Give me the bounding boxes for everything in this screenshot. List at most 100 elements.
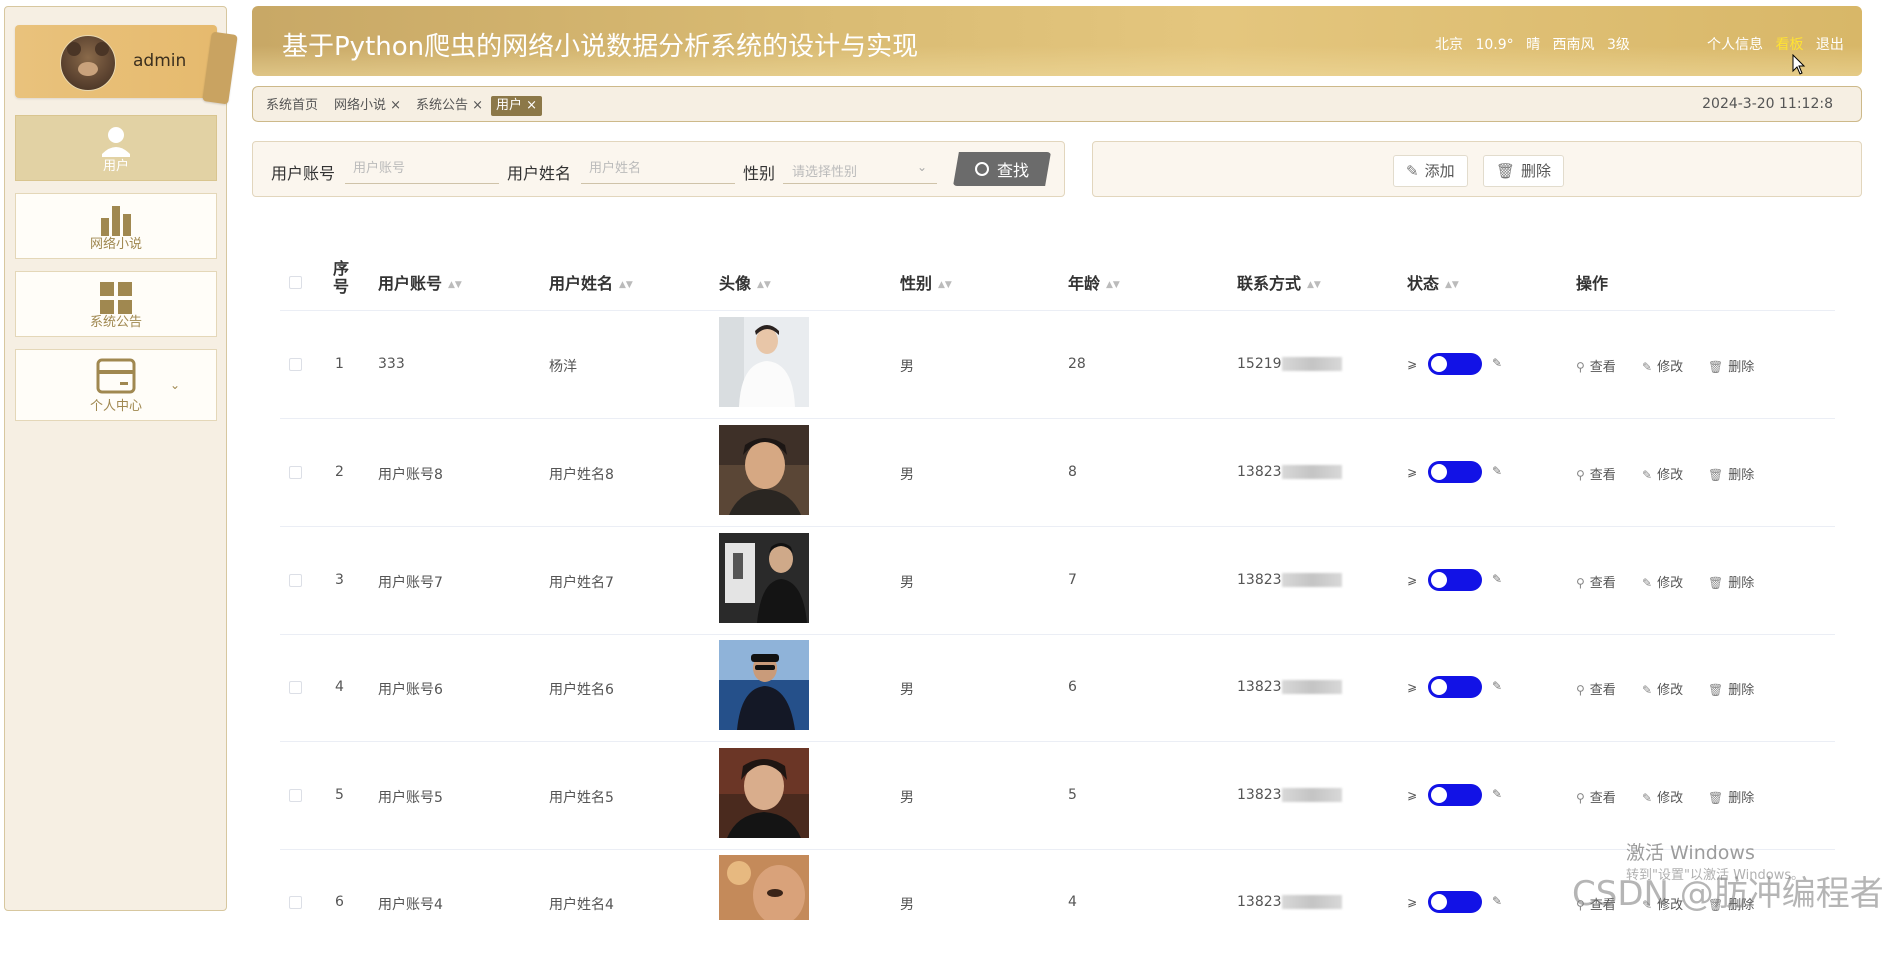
edit-icon[interactable]: ✎ (1492, 787, 1502, 801)
search-icon (974, 162, 989, 176)
view-button[interactable]: ⚲ 查看 (1576, 679, 1616, 698)
cell-name: 用户姓名5 (549, 790, 614, 806)
avatar-image[interactable] (719, 425, 809, 515)
cell-name: 用户姓名6 (549, 682, 614, 698)
action-panel: ✎ 添加 🗑 删除 (1092, 141, 1862, 197)
row-checkbox[interactable] (289, 896, 302, 909)
search-icon: ⚲ (1576, 791, 1585, 805)
view-button[interactable]: ⚲ 查看 (1576, 356, 1616, 375)
edit-button[interactable]: ✎ 修改 (1642, 679, 1683, 698)
gender-select[interactable]: 请选择性别 ⌄ (783, 154, 937, 184)
dashboard-link[interactable]: 看板 (1775, 37, 1803, 53)
profile-link[interactable]: 个人信息 (1707, 37, 1763, 53)
trash-icon: 🗑 (1708, 576, 1724, 590)
row-checkbox[interactable] (289, 358, 302, 371)
tag-notice[interactable]: 系统公告 × (411, 96, 488, 116)
chevron-down-icon[interactable]: ⌄ (170, 378, 180, 392)
search-icon: ⚲ (1576, 360, 1585, 374)
view-label: 查看 (1589, 683, 1616, 698)
account-input[interactable] (345, 154, 499, 184)
profile-card[interactable]: admin (15, 25, 238, 105)
status-toggle[interactable] (1428, 891, 1482, 913)
share-icon[interactable]: ⩾ (1407, 895, 1417, 909)
status-toggle[interactable] (1428, 353, 1482, 375)
col-account-label: 用户账号 (378, 274, 443, 293)
edit-label: 修改 (1657, 683, 1684, 698)
share-icon[interactable]: ⩾ (1407, 573, 1417, 587)
share-icon[interactable]: ⩾ (1407, 680, 1417, 694)
status-toggle[interactable] (1428, 461, 1482, 483)
tag-user[interactable]: 用户 × (491, 96, 543, 116)
view-button[interactable]: ⚲ 查看 (1576, 572, 1616, 591)
avatar-image[interactable] (719, 533, 809, 623)
share-icon[interactable]: ⩾ (1407, 357, 1417, 371)
col-status[interactable]: 状态 ▲▼ (1407, 270, 1459, 294)
col-name[interactable]: 用户姓名 ▲▼ (549, 270, 633, 294)
edit-icon[interactable]: ✎ (1492, 356, 1502, 370)
logout-link[interactable]: 退出 (1816, 37, 1844, 53)
status-toggle[interactable] (1428, 569, 1482, 591)
row-checkbox[interactable] (289, 466, 302, 479)
windows-activate-watermark: 激活 Windows (1626, 842, 1755, 864)
avatar-image[interactable] (719, 317, 809, 407)
edit-icon[interactable]: ✎ (1492, 894, 1502, 908)
delete-row-button[interactable]: 🗑 删除 (1708, 464, 1754, 483)
edit-button[interactable]: ✎ 修改 (1642, 787, 1683, 806)
profile-name: admin (133, 51, 187, 71)
sidebar-item-novel[interactable]: 网络小说 (15, 193, 217, 259)
delete-row-button[interactable]: 🗑 删除 (1708, 679, 1754, 698)
edit-icon[interactable]: ✎ (1492, 679, 1502, 693)
edit-icon[interactable]: ✎ (1492, 464, 1502, 478)
col-age-label: 年龄 (1068, 274, 1101, 293)
edit-button[interactable]: ✎ 修改 (1642, 464, 1683, 483)
col-age[interactable]: 年龄 ▲▼ (1068, 270, 1120, 294)
weather-level: 3级 (1606, 37, 1630, 53)
delete-row-button[interactable]: 🗑 删除 (1708, 356, 1754, 375)
trash-icon: 🗑 (1708, 360, 1724, 374)
name-input[interactable] (581, 154, 735, 184)
tag-novel[interactable]: 网络小说 × (329, 96, 406, 116)
col-contact[interactable]: 联系方式 ▲▼ (1237, 270, 1321, 294)
edit-button[interactable]: ✎ 修改 (1642, 356, 1683, 375)
delete-row-button[interactable]: 🗑 删除 (1708, 787, 1754, 806)
edit-button[interactable]: ✎ 修改 (1642, 572, 1683, 591)
row-checkbox[interactable] (289, 681, 302, 694)
sidebar-item-notice[interactable]: 系统公告 (15, 271, 217, 337)
delete-label: 删除 (1728, 576, 1755, 591)
sidebar-item-personal-center[interactable]: 个人中心 ⌄ (15, 349, 217, 421)
share-icon[interactable]: ⩾ (1407, 465, 1417, 479)
avatar-image[interactable] (719, 748, 809, 838)
select-all-checkbox[interactable] (289, 276, 302, 289)
avatar-image[interactable] (719, 855, 809, 920)
tags-bar: 系统首页 网络小说 × 系统公告 × 用户 × 2024-3-20 11:12:… (252, 86, 1862, 122)
avatar (60, 35, 116, 91)
gender-label: 性别 (743, 164, 776, 183)
gender-placeholder: 请选择性别 (792, 165, 858, 180)
delete-label: 删除 (1728, 791, 1755, 806)
table-header: 序号 用户账号 ▲▼ 用户姓名 ▲▼ 头像 ▲▼ 性别 ▲▼ 年龄 ▲▼ 联系方式 ▲▼ 状… (280, 240, 1835, 311)
view-button[interactable]: ⚲ 查看 (1576, 787, 1616, 806)
delete-button[interactable]: 🗑 删除 (1483, 155, 1565, 187)
row-checkbox[interactable] (289, 789, 302, 802)
edit-icon[interactable]: ✎ (1492, 572, 1502, 586)
col-gender[interactable]: 性别 ▲▼ (900, 270, 952, 294)
cell-contact: 15219 (1237, 356, 1342, 372)
sidebar-item-user[interactable]: 用户 (15, 115, 217, 181)
share-icon[interactable]: ⩾ (1407, 788, 1417, 802)
redacted-mask (1281, 895, 1342, 909)
search-icon: ⚲ (1576, 683, 1585, 697)
col-account[interactable]: 用户账号 ▲▼ (378, 270, 462, 294)
tag-home[interactable]: 系统首页 (261, 96, 323, 116)
cell-gender: 男 (900, 682, 914, 698)
avatar-image[interactable] (719, 640, 809, 730)
contact-number: 13823 (1237, 894, 1282, 910)
sort-icon: ▲▼ (1106, 279, 1120, 290)
row-checkbox[interactable] (289, 574, 302, 587)
delete-row-button[interactable]: 🗑 删除 (1708, 572, 1754, 591)
view-button[interactable]: ⚲ 查看 (1576, 464, 1616, 483)
search-button[interactable]: 查找 (953, 152, 1051, 186)
status-toggle[interactable] (1428, 676, 1482, 698)
status-toggle[interactable] (1428, 784, 1482, 806)
add-button[interactable]: ✎ 添加 (1393, 155, 1468, 187)
col-avatar[interactable]: 头像 ▲▼ (719, 270, 771, 294)
